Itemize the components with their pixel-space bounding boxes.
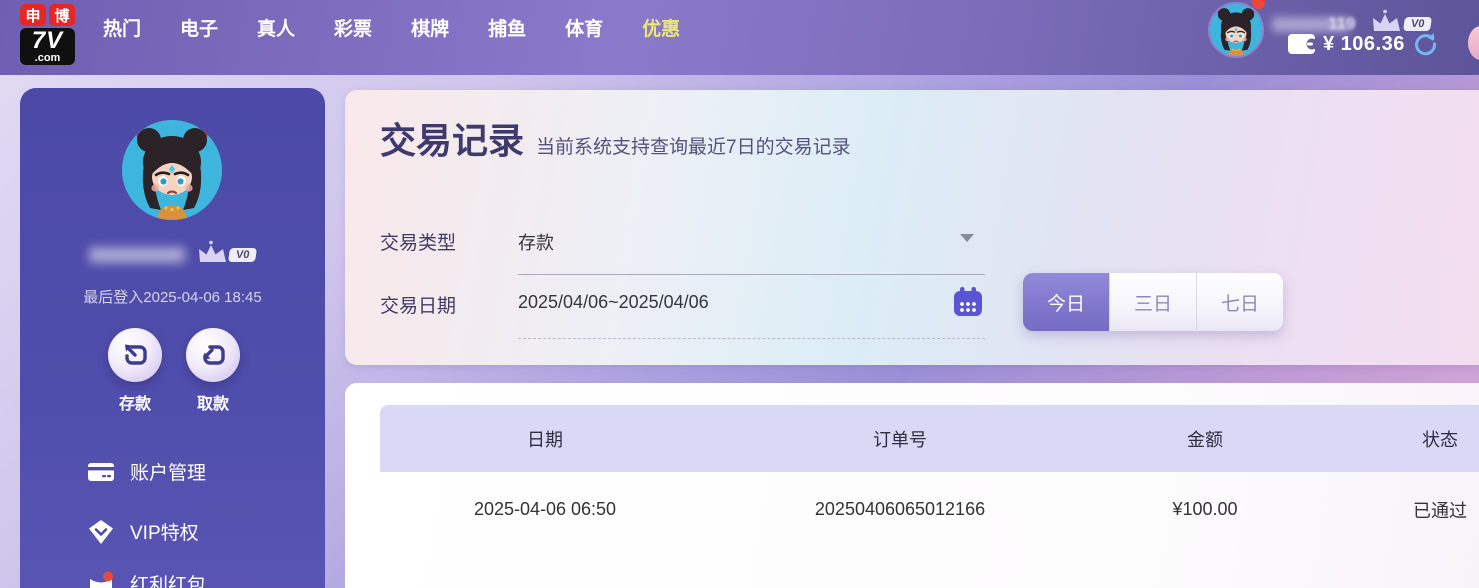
type-field-underline [518,274,985,275]
nav-item-promos[interactable]: 优惠 [642,14,680,41]
nav-item-slots[interactable]: 电子 [180,14,218,41]
vip-crown[interactable]: V0 [195,240,257,270]
nav-item-sports[interactable]: 体育 [565,14,603,41]
cell-status: 已通过 [1413,472,1467,547]
nav-item-live[interactable]: 真人 [257,14,295,41]
brand-tld: .com [20,53,75,63]
nav-item-fishing[interactable]: 捕鱼 [488,14,526,41]
transaction-date-value[interactable]: 2025/04/06~2025/04/06 [518,292,709,313]
date-range-button-group: 今日 三日 七日 [1023,273,1283,331]
vip-level-badge: V0 [228,248,257,262]
column-header-date: 日期 [527,405,563,472]
deposit-label: 存款 [95,390,175,414]
diamond-icon [88,519,114,545]
sidebar-item-label: 红利红包 [130,570,206,588]
topbar-balance-row: ¥ 106.36 [1288,30,1438,58]
withdraw-button[interactable]: 取款 [173,328,253,414]
withdraw-circle[interactable] [186,328,240,382]
panel-title-row: 交易记录 当前系统支持查询最近7日的交易记录 [380,112,851,164]
chevron-down-icon[interactable] [960,234,974,242]
wallet-icon [1288,33,1316,55]
nav-item-hot[interactable]: 热门 [103,14,141,41]
date-field-underline [518,338,985,339]
column-header-order: 订单号 [873,405,927,472]
transaction-table-panel: 日期 订单号 金额 状态 2025-04-06 06:50 2025040606… [345,383,1479,588]
page: 申 博 7V .com 热门 电子 真人 彩票 棋牌 捕鱼 体育 优惠 119 [0,0,1479,588]
sidebar: V0 最后登入2025-04-06 18:45 存款 [20,88,325,588]
deposit-button[interactable]: 存款 [95,328,175,414]
partial-floating-button[interactable] [1468,26,1479,60]
sidebar-item-bonus[interactable]: 红利红包 [88,570,206,588]
withdraw-label: 取款 [173,390,253,414]
sidebar-avatar[interactable] [122,120,222,220]
range-7day-button[interactable]: 七日 [1196,273,1283,331]
notification-dot [1252,0,1265,9]
topbar-avatar[interactable] [1208,2,1264,58]
page-title: 交易记录 [380,112,524,164]
transaction-date-label: 交易日期 [380,291,456,318]
table-header: 日期 订单号 金额 状态 [380,405,1479,472]
sidebar-item-label: 账户管理 [130,458,206,485]
top-header: 申 博 7V .com 热门 电子 真人 彩票 棋牌 捕鱼 体育 优惠 119 [0,0,1479,75]
brand-badge-1: 申 [20,4,46,26]
brand-name-block: 7V .com [20,28,75,65]
nav-item-chess[interactable]: 棋牌 [411,14,449,41]
transaction-filter-panel: 交易记录 当前系统支持查询最近7日的交易记录 交易类型 存款 交易日期 2025… [345,90,1479,365]
username-blurred [89,247,185,263]
withdraw-arrow-icon [198,340,228,370]
sidebar-item-account[interactable]: 账户管理 [88,458,206,485]
refresh-icon[interactable] [1412,31,1438,57]
column-header-amount: 金额 [1187,405,1223,472]
cell-amount: ¥100.00 [1172,472,1237,547]
sidebar-item-vip[interactable]: VIP特权 [88,518,199,545]
calendar-icon[interactable] [952,286,984,318]
brand-logo[interactable]: 申 博 7V .com [20,4,80,70]
brand-name: 7V [20,29,75,53]
brand-badges: 申 博 [20,4,80,26]
sidebar-user-row: V0 [20,240,325,270]
vip-level-badge: V0 [1403,17,1432,31]
range-3day-button[interactable]: 三日 [1109,273,1196,331]
main-nav: 热门 电子 真人 彩票 棋牌 捕鱼 体育 优惠 [103,14,680,41]
column-header-status: 状态 [1422,405,1458,472]
red-packet-icon [88,571,114,588]
cell-date: 2025-04-06 06:50 [474,472,616,547]
cell-order: 20250406065012166 [815,472,985,547]
avatar-image-icon [122,120,222,220]
table-row[interactable]: 2025-04-06 06:50 20250406065012166 ¥100.… [380,472,1479,547]
transaction-type-label: 交易类型 [380,228,456,255]
nav-item-lottery[interactable]: 彩票 [334,14,372,41]
last-login-text: 最后登入2025-04-06 18:45 [20,286,325,307]
page-subtitle: 当前系统支持查询最近7日的交易记录 [536,132,851,164]
range-today-button[interactable]: 今日 [1023,273,1109,331]
deposit-circle[interactable] [108,328,162,382]
sidebar-item-label: VIP特权 [130,518,199,545]
deposit-arrow-icon [120,340,150,370]
transaction-type-value[interactable]: 存款 [518,229,554,255]
bank-card-icon [88,460,114,484]
balance-amount: ¥ 106.36 [1323,33,1405,56]
brand-badge-2: 博 [49,4,75,26]
avatar-image-icon [1210,4,1262,56]
